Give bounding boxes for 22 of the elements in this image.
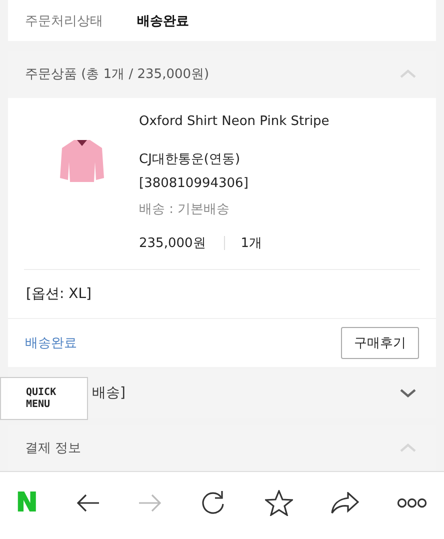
shirt-photo bbox=[60, 138, 104, 184]
chevron-down-icon[interactable] bbox=[400, 388, 416, 398]
shipping-method: 배송 : 기본배송 bbox=[139, 200, 231, 219]
more-icon[interactable] bbox=[396, 498, 427, 508]
star-icon[interactable] bbox=[264, 490, 293, 516]
shipping-label: 배송] bbox=[92, 384, 126, 402]
reload-icon[interactable] bbox=[200, 490, 226, 516]
share-arrow-icon[interactable] bbox=[330, 492, 359, 514]
section-title: 결제 정보 bbox=[25, 440, 82, 458]
status-label: 주문처리상태 bbox=[25, 12, 104, 30]
status-value: 배송완료 bbox=[137, 12, 189, 30]
review-button[interactable]: 구매후기 bbox=[341, 326, 419, 359]
product-quantity: 1개 bbox=[240, 234, 262, 252]
tracking-number[interactable]: [380810994306] bbox=[139, 176, 330, 200]
product-price: 235,000원 bbox=[139, 234, 206, 252]
quick-menu-button[interactable]: QUICK MENU bbox=[0, 377, 88, 420]
product-name[interactable]: Oxford Shirt Neon Pink Stripe bbox=[139, 114, 330, 150]
delivery-status: 배송완료 bbox=[25, 334, 77, 352]
back-arrow-icon[interactable] bbox=[76, 492, 100, 513]
carrier-name: CJ대한통운(연동) bbox=[139, 150, 242, 169]
option-text: [옵션: XL] bbox=[26, 284, 92, 303]
section-title: 주문상품 (총 1개 / 235,000원) bbox=[25, 66, 210, 84]
